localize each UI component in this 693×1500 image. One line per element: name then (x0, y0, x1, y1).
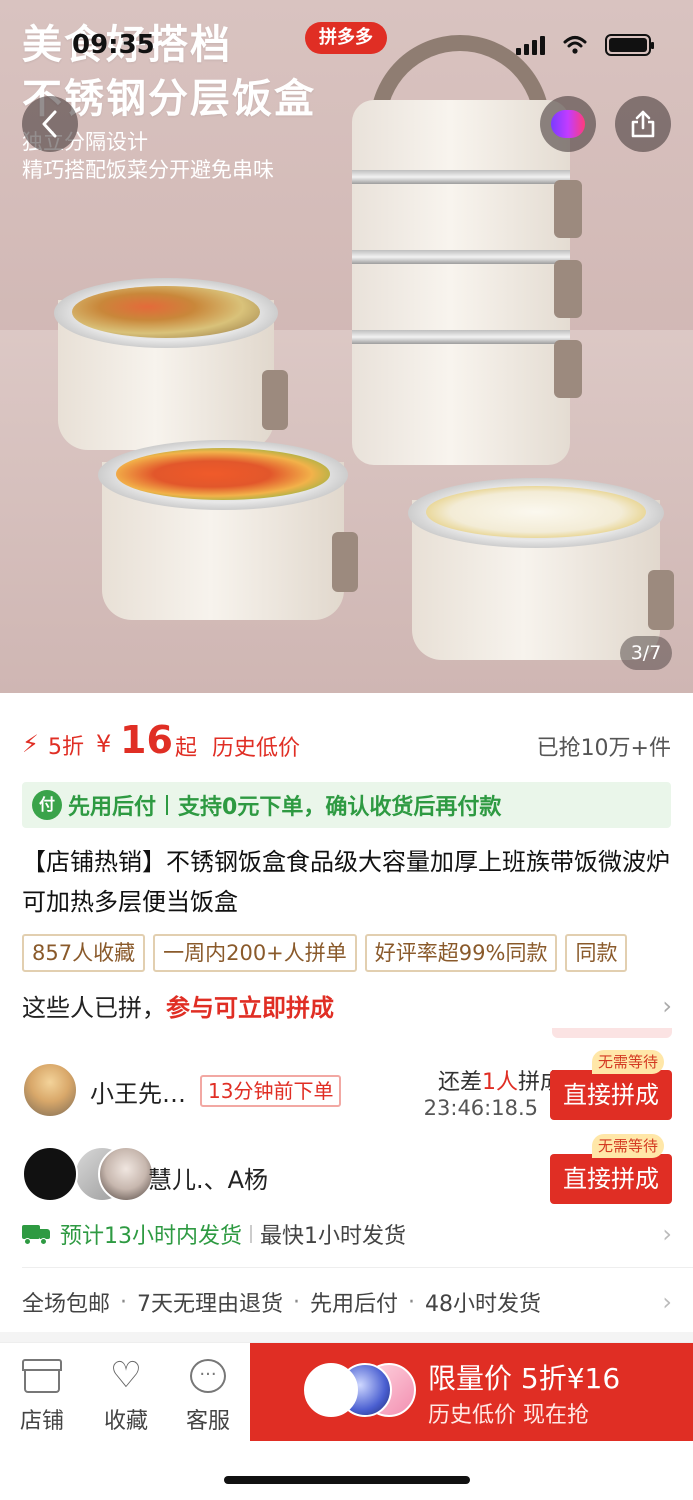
product-title: 【店铺热销】不锈钢饭盒食品级大容量加厚上班族带饭微波炉可加热多层便当饭盒 (22, 848, 670, 916)
chevron-right-icon: › (662, 992, 672, 1020)
divider (166, 795, 169, 815)
pay-later-icon: 付 (32, 790, 62, 820)
group-member-name: 小王先… (90, 1080, 186, 1108)
nav-favorite[interactable]: ♡ 收藏 (84, 1343, 168, 1441)
battery-icon (605, 34, 654, 56)
price-row: ⚡ 5折 ¥ 16 起 历史低价 已抢10万+件 (0, 710, 693, 770)
nav-store[interactable]: 店铺 (0, 1343, 84, 1441)
nav-service[interactable]: ··· 客服 (166, 1343, 250, 1441)
bottom-action-bar: 店铺 ♡ 收藏 ··· 客服 限量价 5折¥16 历史低价 现在抢 (0, 1342, 693, 1441)
chat-icon: ··· (190, 1359, 226, 1393)
product-image-carousel[interactable]: 美食好搭档 不锈钢分层饭盒 独立分隔设计 精巧搭配饭菜分开避免串味 09:35 … (0, 0, 693, 693)
shrimp-bowl-graphic (98, 440, 358, 620)
service-item: 先用后付 (310, 1292, 399, 1317)
countdown-timer: 23:46:18.5 (423, 1096, 538, 1120)
back-button[interactable] (22, 96, 78, 152)
heart-icon: ♡ (109, 1355, 143, 1396)
home-indicator[interactable] (224, 1476, 470, 1484)
stacked-lunchbox-graphic (352, 100, 582, 465)
group-need-text: 还差1人拼成 (437, 1070, 562, 1095)
service-item: 7天无理由退货 (137, 1292, 284, 1317)
sold-count: 已抢10万+件 (536, 736, 671, 761)
separator-dot: · (120, 1289, 128, 1315)
avatar (22, 1146, 78, 1202)
price-tag: 历史低价 (212, 736, 301, 761)
group-head-highlight: 参与可立即拼成 (166, 994, 334, 1022)
rice-bowl-graphic (408, 478, 674, 660)
share-icon (631, 110, 655, 138)
order-time-tag: 13分钟前下单 (200, 1075, 342, 1107)
group-row: 慧儿.、A杨 直接拼成 无需等待 (22, 1134, 672, 1212)
shipping-estimate: 预计13小时内发货 (60, 1224, 242, 1249)
tag-favorites[interactable]: 857人收藏 (22, 934, 146, 972)
no-wait-badge: 无需等待 (592, 1134, 665, 1158)
chevron-right-icon: › (662, 1220, 672, 1248)
soup-bowl-graphic (54, 278, 288, 450)
tag-rating[interactable]: 好评率超99%同款 (364, 934, 558, 972)
nav-store-label: 店铺 (19, 1409, 64, 1434)
product-detail-page: 美食好搭档 不锈钢分层饭盒 独立分隔设计 精巧搭配饭菜分开避免串味 09:35 … (0, 0, 693, 1500)
app-badge: 拼多多 (305, 22, 387, 54)
brand-button[interactable] (540, 96, 596, 152)
signal-icon (516, 35, 545, 55)
group-head-text: 这些人已拼， (22, 994, 166, 1022)
section-gap (0, 1332, 693, 1342)
status-time: 09:35 (72, 30, 155, 60)
chevron-right-icon: › (662, 1288, 672, 1316)
lightning-icon: ⚡ (22, 730, 39, 758)
nav-favorite-label: 收藏 (103, 1409, 148, 1434)
tag-same-style[interactable]: 同款 (565, 934, 628, 972)
buy-now-button[interactable]: 限量价 5折¥16 历史低价 现在抢 (250, 1343, 693, 1441)
shipping-fastest: 最快1小时发货 (260, 1224, 406, 1249)
discount-label: 5折 (48, 735, 84, 760)
brand-logo-icon (551, 110, 585, 138)
status-icons (516, 34, 654, 56)
buy-button-price: 限量价 5折¥16 (428, 1362, 621, 1395)
nav-service-label: 客服 (185, 1409, 230, 1434)
divider (250, 1225, 252, 1243)
price-suffix: 起 (175, 736, 198, 761)
wifi-icon (563, 36, 587, 54)
buy-button-subtext: 历史低价 现在抢 (428, 1403, 589, 1428)
avatar (98, 1146, 154, 1202)
shipping-row[interactable]: 预计13小时内发货 最快1小时发货 › (22, 1214, 672, 1254)
join-group-button[interactable]: 直接拼成 (550, 1070, 672, 1120)
truck-icon (22, 1223, 52, 1245)
service-guarantees-row[interactable]: 全场包邮 · 7天无理由退货 · 先用后付 · 48小时发货 › (22, 1282, 672, 1322)
decorative-strip (552, 1028, 672, 1038)
avatar (304, 1363, 358, 1417)
tag-weekly-orders[interactable]: 一周内200+人拼单 (153, 934, 357, 972)
no-wait-badge: 无需等待 (592, 1050, 665, 1074)
chevron-left-icon (42, 110, 57, 138)
pay-later-label: 先用后付 (68, 795, 157, 820)
store-icon (22, 1359, 62, 1393)
divider (22, 1267, 693, 1268)
product-tags: 857人收藏 一周内200+人拼单 好评率超99%同款 同款 (22, 934, 693, 972)
buyer-avatars (304, 1363, 416, 1419)
currency-symbol: ¥ (96, 730, 112, 758)
join-group-button[interactable]: 直接拼成 (550, 1154, 672, 1204)
service-item: 全场包邮 (22, 1292, 111, 1317)
pay-later-detail: 支持0元下单，确认收货后再付款 (178, 795, 502, 820)
separator-dot: · (293, 1289, 301, 1315)
separator-dot: · (408, 1289, 416, 1315)
group-member-name: 慧儿.、A杨 (148, 1166, 269, 1194)
group-buy-header[interactable]: 这些人已拼，参与可立即拼成 › (22, 988, 672, 1028)
group-row: 小王先… 13分钟前下单 还差1人拼成 23:46:18.5 直接拼成 无需等待 (22, 1050, 672, 1128)
pay-later-banner[interactable]: 付 先用后付 支持0元下单，确认收货后再付款 (22, 782, 671, 828)
service-item: 48小时发货 (425, 1292, 542, 1317)
avatar (22, 1062, 78, 1118)
image-counter: 3/7 (620, 636, 672, 670)
price-amount: 16 (120, 718, 173, 762)
share-button[interactable] (615, 96, 671, 152)
